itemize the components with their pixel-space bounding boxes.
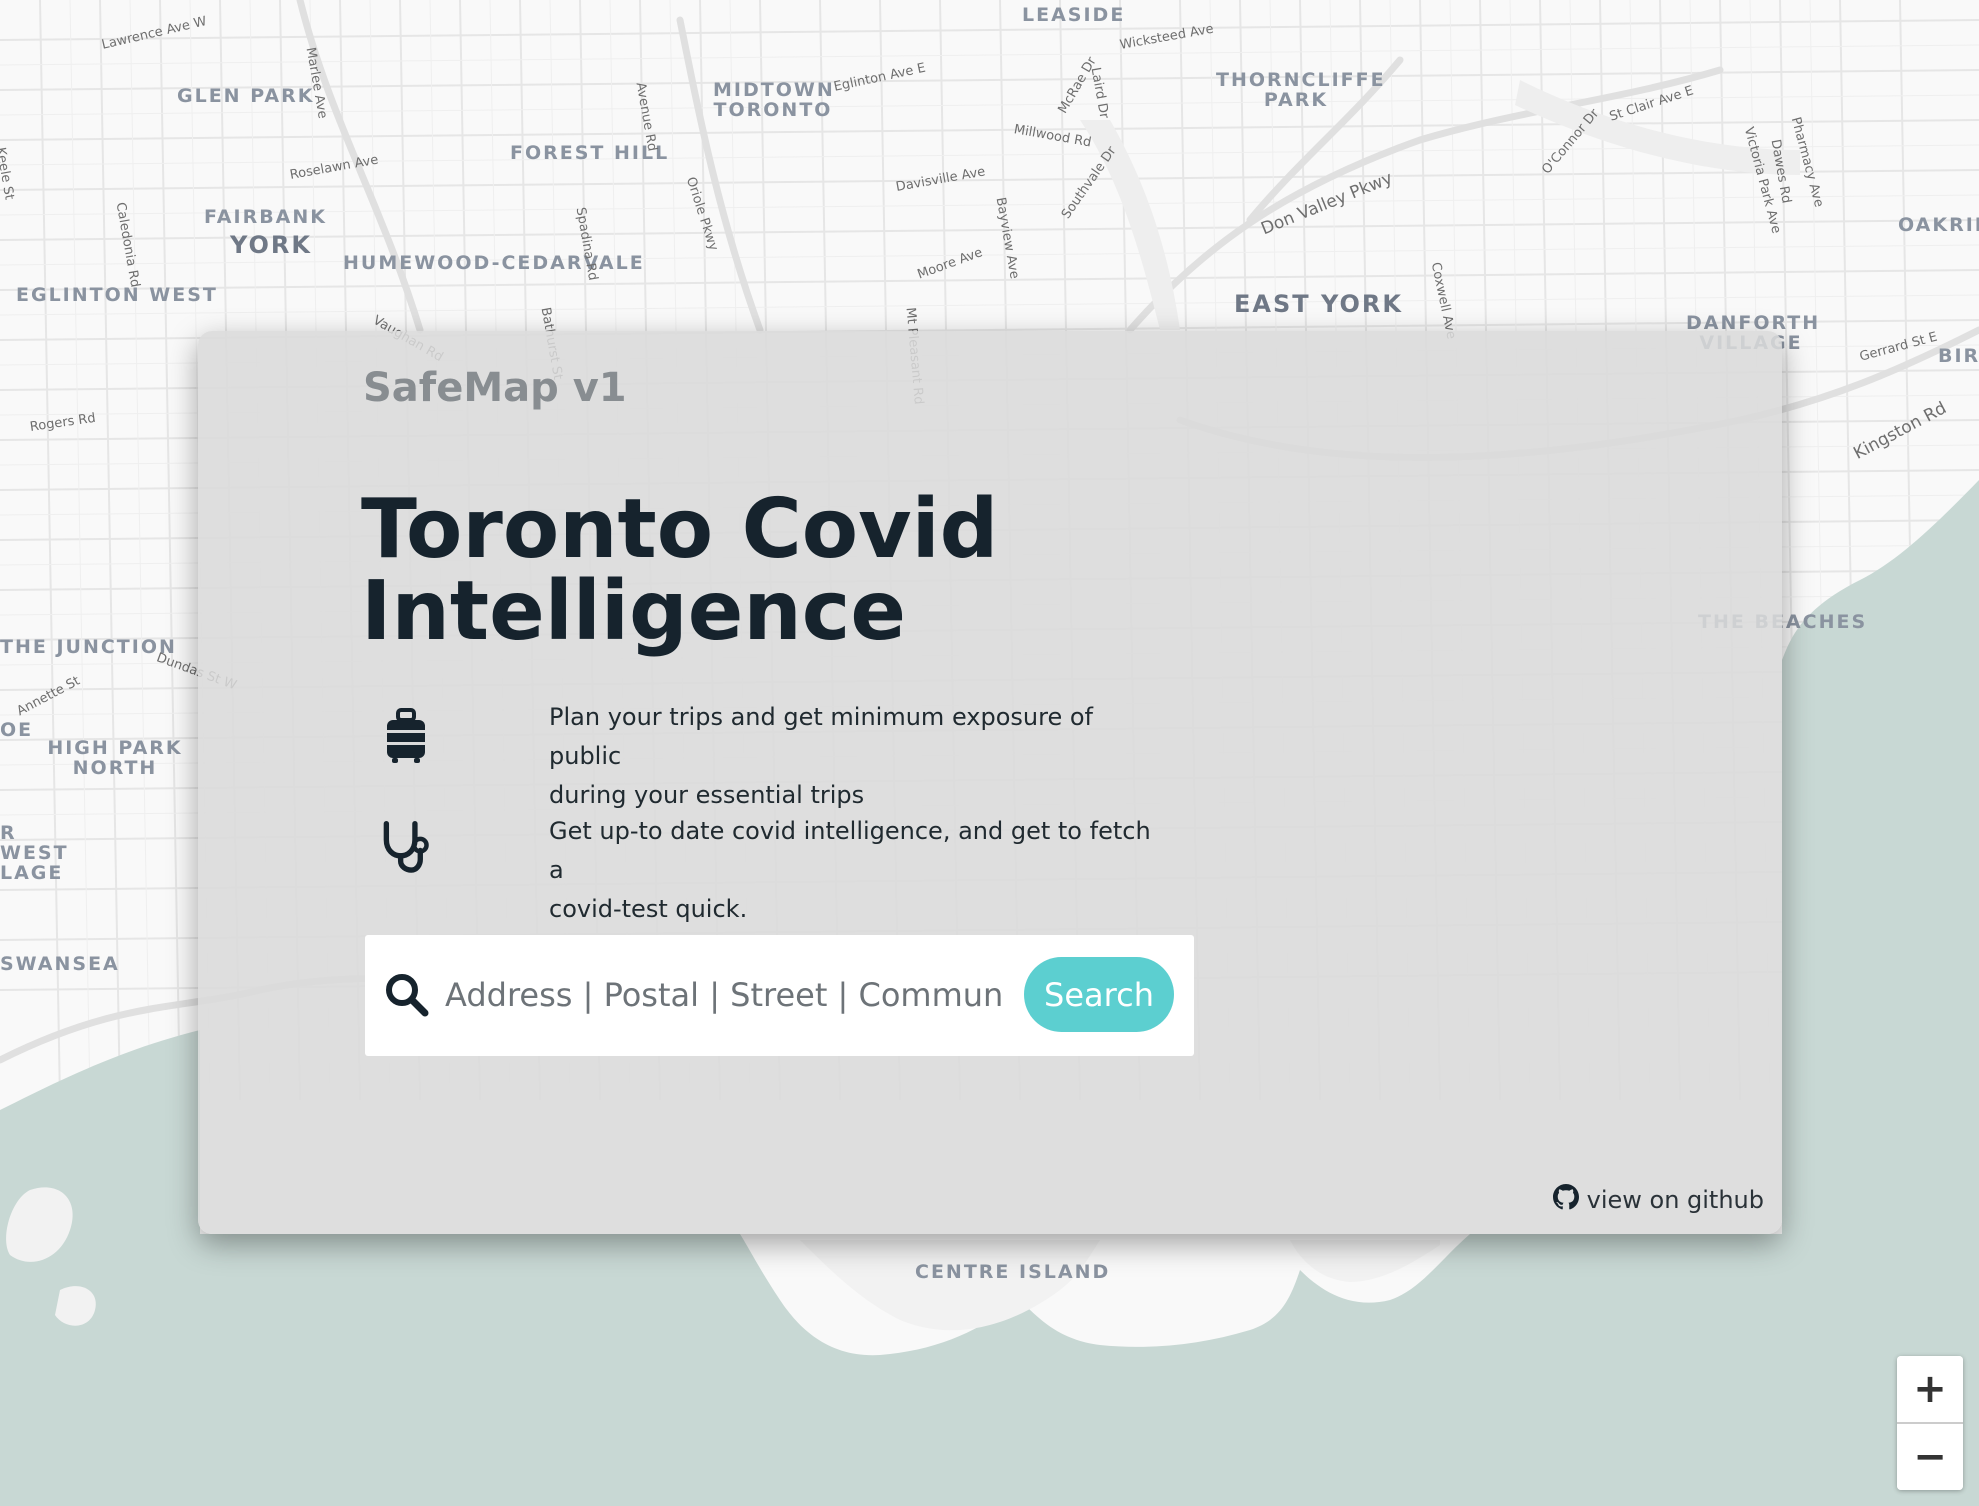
zoom-in-button[interactable]: + — [1897, 1356, 1963, 1422]
feature-intelligence-line-2: covid-test quick. — [549, 895, 748, 923]
map-label-glen-park: GLEN PARK — [177, 85, 315, 107]
map-label-the-junction: THE JUNCTION — [0, 636, 177, 658]
map-label-east-york: EAST YORK — [1234, 290, 1403, 318]
map-label-midtown-toronto: MIDTOWN TORONTO — [713, 79, 835, 121]
page-title-line-1: Toronto Covid — [361, 482, 999, 577]
feature-trips-line-1: Plan your trips and get minimum exposure… — [549, 703, 1093, 770]
feature-intelligence: Get up-to date covid intelligence, and g… — [381, 816, 1151, 923]
search-input[interactable] — [445, 963, 1005, 1027]
feature-trips: Plan your trips and get minimum exposure… — [381, 703, 1093, 809]
zoom-out-button[interactable]: − — [1897, 1424, 1963, 1490]
feature-trips-line-2: during your essential trips — [549, 781, 865, 809]
zoom-control: + − — [1897, 1356, 1963, 1490]
search-bar: Search — [365, 935, 1194, 1056]
feature-trips-text: Plan your trips and get minimum exposure… — [549, 698, 1169, 815]
map-label-humewood-cedarvale: HUMEWOOD-CEDARVALE — [343, 252, 645, 274]
intro-panel: SafeMap v1 Toronto Covid Intelligence Pl… — [198, 331, 1782, 1234]
github-link-label: view on github — [1586, 1186, 1764, 1214]
map-label-oe: OE — [0, 719, 34, 741]
feature-intelligence-line-1: Get up-to date covid intelligence, and g… — [549, 817, 1151, 884]
feature-intelligence-text: Get up-to date covid intelligence, and g… — [549, 812, 1169, 929]
map-label-high-park-north: HIGH PARK NORTH — [47, 737, 183, 779]
map-label-fairbank: FAIRBANK — [204, 206, 328, 228]
map-label-york: YORK — [230, 231, 313, 259]
suitcase-icon — [381, 706, 431, 766]
map-label-swansea: SWANSEA — [0, 953, 120, 975]
search-icon — [383, 971, 431, 1019]
map-label-r-west-lage: R WEST LAGE — [0, 822, 69, 884]
page-title-line-2: Intelligence — [361, 564, 906, 659]
map-label-centre-island: CENTRE ISLAND — [915, 1261, 1111, 1283]
map-label-oakrid: OAKRID — [1898, 214, 1979, 236]
brand-title: SafeMap v1 — [363, 365, 627, 411]
github-icon — [1552, 1184, 1579, 1216]
map-label-eglinton-west: EGLINTON WEST — [16, 284, 218, 306]
map-label-bir: BIR — [1938, 345, 1979, 367]
page-title: Toronto Covid Intelligence — [361, 489, 1061, 653]
github-link[interactable]: view on github — [1552, 1184, 1764, 1216]
map-label-leaside: LEASIDE — [1022, 4, 1126, 26]
map-label-thorncliffe-park: THORNCLIFFE PARK — [1216, 69, 1386, 111]
stethoscope-icon — [381, 816, 431, 876]
search-button[interactable]: Search — [1024, 957, 1174, 1032]
